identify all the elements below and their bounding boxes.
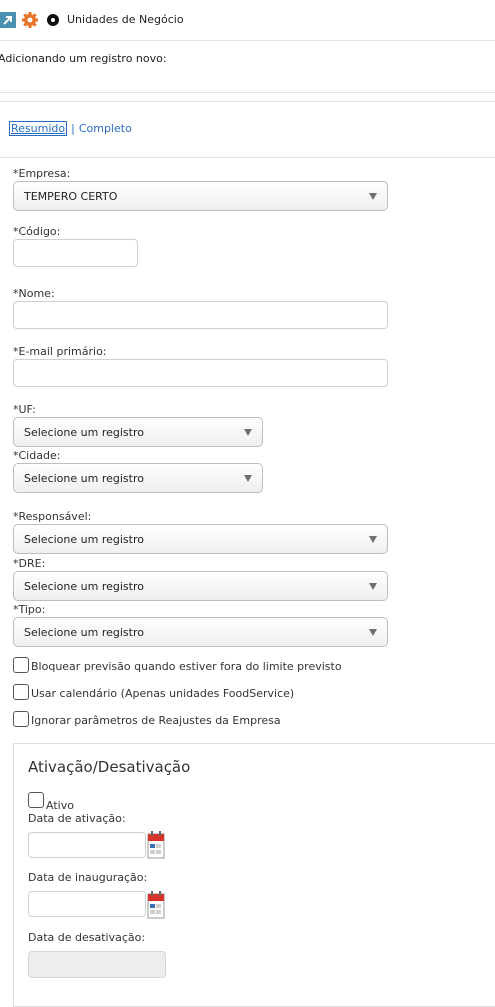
calendar-icon[interactable]	[147, 891, 165, 919]
tipo-label: *Tipo:	[13, 603, 46, 616]
cidade-value: Selecione um registro	[24, 472, 144, 485]
usar-calendario-checkbox[interactable]	[13, 684, 29, 700]
divider	[0, 92, 495, 93]
form-mode-label: Adicionando um registro novo:	[0, 52, 167, 65]
bloquear-previsao-checkbox[interactable]	[13, 657, 29, 673]
responsavel-select[interactable]: Selecione um registro	[13, 524, 388, 554]
ativo-option: Ativo	[28, 792, 74, 812]
chevron-down-icon	[369, 629, 377, 636]
data-ativacao-label: Data de ativação:	[28, 812, 126, 825]
data-inauguracao-label: Data de inauguração:	[28, 871, 148, 884]
page-title: Unidades de Negócio	[67, 13, 184, 26]
chevron-down-icon	[369, 193, 377, 200]
bloquear-previsao-label: Bloquear previsão quando estiver fora do…	[31, 660, 342, 673]
record-icon[interactable]	[45, 12, 61, 28]
dre-label: *DRE:	[13, 557, 46, 570]
uf-label: *UF:	[13, 403, 36, 416]
dre-value: Selecione um registro	[24, 580, 144, 593]
empresa-label: *Empresa:	[13, 167, 71, 180]
tipo-value: Selecione um registro	[24, 626, 144, 639]
bloquear-previsao-option: Bloquear previsão quando estiver fora do…	[13, 657, 342, 673]
responsavel-label: *Responsável:	[13, 510, 92, 523]
chevron-down-icon	[369, 536, 377, 543]
email-input[interactable]	[13, 359, 388, 387]
activation-panel-title: Ativação/Desativação	[28, 758, 191, 776]
uf-value: Selecione um registro	[24, 426, 144, 439]
divider	[0, 101, 495, 102]
cidade-label: *Cidade:	[13, 449, 61, 462]
chevron-down-icon	[244, 429, 252, 436]
codigo-input[interactable]	[13, 239, 138, 267]
view-tabs: Resumido | Completo	[9, 121, 132, 136]
usar-calendario-label: Usar calendário (Apenas unidades FoodSer…	[31, 687, 295, 700]
uf-select[interactable]: Selecione um registro	[13, 417, 263, 447]
ativo-label: Ativo	[46, 799, 74, 812]
data-desativacao-label: Data de desativação:	[28, 931, 146, 944]
ativo-checkbox[interactable]	[28, 792, 44, 808]
chevron-down-icon	[369, 583, 377, 590]
chevron-down-icon	[244, 475, 252, 482]
tab-resumido[interactable]: Resumido	[9, 121, 68, 136]
nome-input[interactable]	[13, 301, 388, 329]
dre-select[interactable]: Selecione um registro	[13, 571, 388, 601]
nome-label: *Nome:	[13, 287, 55, 300]
gear-icon[interactable]	[22, 12, 38, 28]
empresa-value: TEMPERO CERTO	[24, 190, 118, 203]
tab-completo[interactable]: Completo	[79, 122, 132, 135]
divider	[0, 40, 495, 41]
tab-separator: |	[71, 122, 75, 135]
responsavel-value: Selecione um registro	[24, 533, 144, 546]
arrow-back-icon[interactable]	[0, 12, 16, 28]
title-bar: Unidades de Negócio	[0, 8, 495, 32]
calendar-icon[interactable]	[147, 831, 165, 859]
cidade-select[interactable]: Selecione um registro	[13, 463, 263, 493]
data-ativacao-input[interactable]	[28, 832, 146, 858]
data-inauguracao-input[interactable]	[28, 891, 146, 917]
codigo-label: *Código:	[13, 225, 61, 238]
divider	[0, 157, 495, 158]
ignorar-reajustes-option: Ignorar parâmetros de Reajustes da Empre…	[13, 711, 281, 727]
empresa-select[interactable]: TEMPERO CERTO	[13, 181, 388, 211]
tipo-select[interactable]: Selecione um registro	[13, 617, 388, 647]
ignorar-reajustes-label: Ignorar parâmetros de Reajustes da Empre…	[31, 714, 281, 727]
email-label: *E-mail primário:	[13, 345, 107, 358]
ignorar-reajustes-checkbox[interactable]	[13, 711, 29, 727]
data-desativacao-input	[28, 951, 166, 978]
usar-calendario-option: Usar calendário (Apenas unidades FoodSer…	[13, 684, 294, 700]
